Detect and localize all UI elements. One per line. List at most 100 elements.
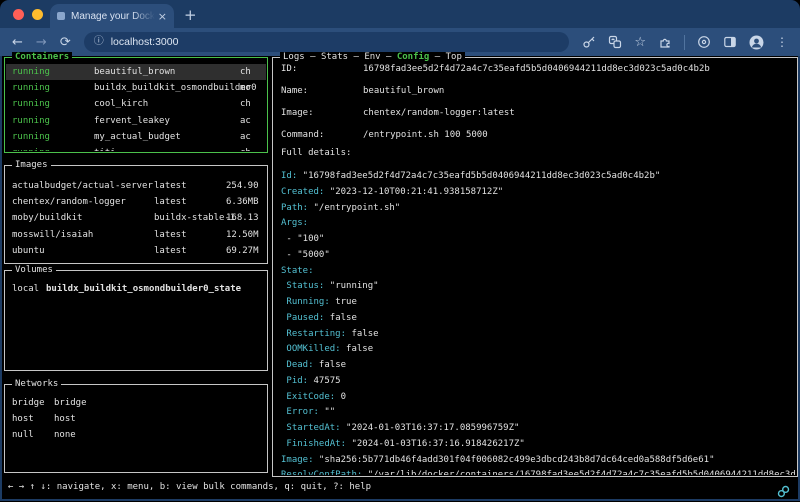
container-row[interactable]: running beautiful_brown ch [6, 64, 266, 80]
image-repo: chentex/random-logger [12, 194, 126, 210]
detail-line: Restarting: false [281, 327, 796, 343]
window-close-button[interactable] [13, 9, 24, 20]
detail-line: ResolvConfPath: "/var/lib/docker/contain… [281, 468, 796, 475]
tab-title: Manage your Docker fleet wi [71, 11, 155, 22]
extensions-puzzle-icon[interactable] [658, 35, 672, 49]
bookmark-star-icon[interactable]: ☆ [634, 36, 646, 49]
container-state: running [12, 129, 50, 145]
volumes-list: local buildx_buildkit_osmondbuilder0_sta… [6, 281, 266, 369]
image-row[interactable]: ubuntu latest 69.27M [6, 243, 266, 259]
summary-value: /entrypoint.sh 100 5000 [363, 130, 488, 140]
back-button[interactable]: ← [12, 36, 23, 49]
summary-line: Image:chentex/random-logger:latest [273, 102, 796, 124]
tab-favicon-icon [57, 12, 65, 20]
link-icon[interactable] [777, 483, 790, 502]
summary-value: beautiful_brown [363, 86, 444, 96]
browser-tab[interactable]: Manage your Docker fleet wi × [50, 4, 174, 28]
image-repo: actualbudget/actual-server [12, 178, 153, 194]
summary-value: 16798fad3ee5d2f4d72a4c7c35eafd5b5d040694… [363, 64, 710, 74]
image-tag: latest [154, 178, 187, 194]
network-name: host [12, 411, 34, 427]
tab-close-icon[interactable]: × [158, 10, 167, 23]
volume-row[interactable]: local buildx_buildkit_osmondbuilder0_sta… [6, 281, 266, 297]
containers-panel: Containers running beautiful_brown ch ru… [4, 57, 268, 153]
container-row[interactable]: running buildx_buildkit_osmondbuilder0 m… [6, 80, 266, 96]
browser-tab-strip: Manage your Docker fleet wi × + [0, 0, 800, 28]
volume-driver: local [12, 281, 39, 297]
password-manager-icon[interactable] [582, 35, 596, 49]
image-repo: ubuntu [12, 243, 45, 259]
container-image: ch [240, 145, 251, 151]
new-tab-button[interactable]: + [184, 4, 197, 26]
image-size: 168.13 [226, 210, 259, 226]
image-tag: latest [154, 194, 187, 210]
side-panel-icon[interactable] [723, 35, 737, 49]
detail-line: Created: "2023-12-10T00:21:41.938158712Z… [281, 185, 796, 201]
container-row[interactable]: running fervent_leakey ac [6, 113, 266, 129]
image-size: 6.36MB [226, 194, 259, 210]
container-row[interactable]: running cool_kirch ch [6, 96, 266, 112]
detail-line: Error: "" [281, 405, 796, 421]
container-image: ch [240, 64, 251, 80]
container-row[interactable]: running titi ch [6, 145, 266, 151]
detail-line: StartedAt: "2024-01-03T16:37:17.08599675… [281, 421, 796, 437]
detail-line: Id: "16798fad3ee5d2f4d72a4c7c35eafd5b5d0… [281, 169, 796, 185]
forward-button[interactable]: → [36, 36, 47, 49]
full-details-heading: Full details: [281, 147, 351, 159]
detail-line: State: [281, 264, 796, 280]
terminal-app: Containers running beautiful_brown ch ru… [0, 56, 800, 478]
container-state: running [12, 145, 50, 151]
extension-badge-icon[interactable] [697, 35, 711, 49]
reload-button[interactable]: ⟳ [60, 36, 71, 49]
keyboard-help-text: ← → ↑ ↓: navigate, x: menu, b: view bulk… [8, 482, 371, 492]
summary-line: Command:/entrypoint.sh 100 5000 [273, 124, 796, 146]
inspector-panel[interactable]: Logs — Stats — Env — Config — Top ID:167… [272, 57, 798, 477]
containers-panel-title: Containers [12, 52, 72, 63]
config-details[interactable]: Id: "16798fad3ee5d2f4d72a4c7c35eafd5b5d0… [281, 169, 796, 475]
site-info-icon[interactable]: ⓘ [94, 37, 104, 47]
container-row[interactable]: running my_actual_budget ac [6, 129, 266, 145]
network-name: null [12, 427, 34, 443]
detail-line: - "5000" [281, 248, 796, 264]
menu-kebab-icon[interactable]: ⋮ [776, 36, 788, 48]
window-minimize-button[interactable] [32, 9, 43, 20]
network-row[interactable]: bridge bridge [6, 395, 266, 411]
container-name: fervent_leakey [94, 113, 170, 129]
image-row[interactable]: chentex/random-logger latest 6.36MB [6, 194, 266, 210]
container-name: buildx_buildkit_osmondbuilder0 [94, 80, 257, 96]
network-row[interactable]: host host [6, 411, 266, 427]
image-tag: latest [154, 227, 187, 243]
networks-panel: Networks bridge bridge host host null no… [4, 384, 268, 473]
network-driver: host [54, 411, 76, 427]
container-name: titi [94, 145, 116, 151]
translate-icon[interactable] [608, 35, 622, 49]
container-state: running [12, 64, 50, 80]
networks-list: bridge bridge host host null none [6, 395, 266, 471]
volumes-panel: Volumes local buildx_buildkit_osmondbuil… [4, 270, 268, 371]
summary-label: Command: [273, 124, 363, 146]
network-row[interactable]: null none [6, 427, 266, 443]
image-tag: <none> [154, 259, 187, 262]
image-repo: moby/buildkit [12, 210, 82, 226]
network-name: bridge [12, 395, 45, 411]
containers-list: running beautiful_brown ch running build… [6, 64, 266, 151]
image-row[interactable]: moby/buildkit buildx-stable-1 168.13 [6, 210, 266, 226]
summary-label: Image: [273, 102, 363, 124]
detail-line: Path: "/entrypoint.sh" [281, 201, 796, 217]
toolbar-separator [684, 35, 685, 50]
detail-line: ExitCode: 0 [281, 390, 796, 406]
image-row[interactable]: mosswill/isaiah latest 12.50M [6, 227, 266, 243]
container-image: ch [240, 96, 251, 112]
detail-line: Image: "sha256:5b771db46f4add301f04f0060… [281, 453, 796, 469]
url-text: localhost:3000 [111, 36, 179, 48]
networks-panel-title: Networks [12, 379, 61, 390]
image-size: 69.27M [226, 243, 259, 259]
detail-line: FinishedAt: "2024-01-03T16:37:16.9184262… [281, 437, 796, 453]
image-row[interactable]: <none> <none> 70.77M [6, 259, 266, 262]
volumes-panel-title: Volumes [12, 265, 56, 276]
network-driver: none [54, 427, 76, 443]
profile-avatar[interactable] [749, 35, 764, 50]
container-image: ac [240, 113, 251, 129]
url-bar[interactable]: ⓘ localhost:3000 [84, 32, 570, 52]
image-row[interactable]: actualbudget/actual-server latest 254.90 [6, 178, 266, 194]
